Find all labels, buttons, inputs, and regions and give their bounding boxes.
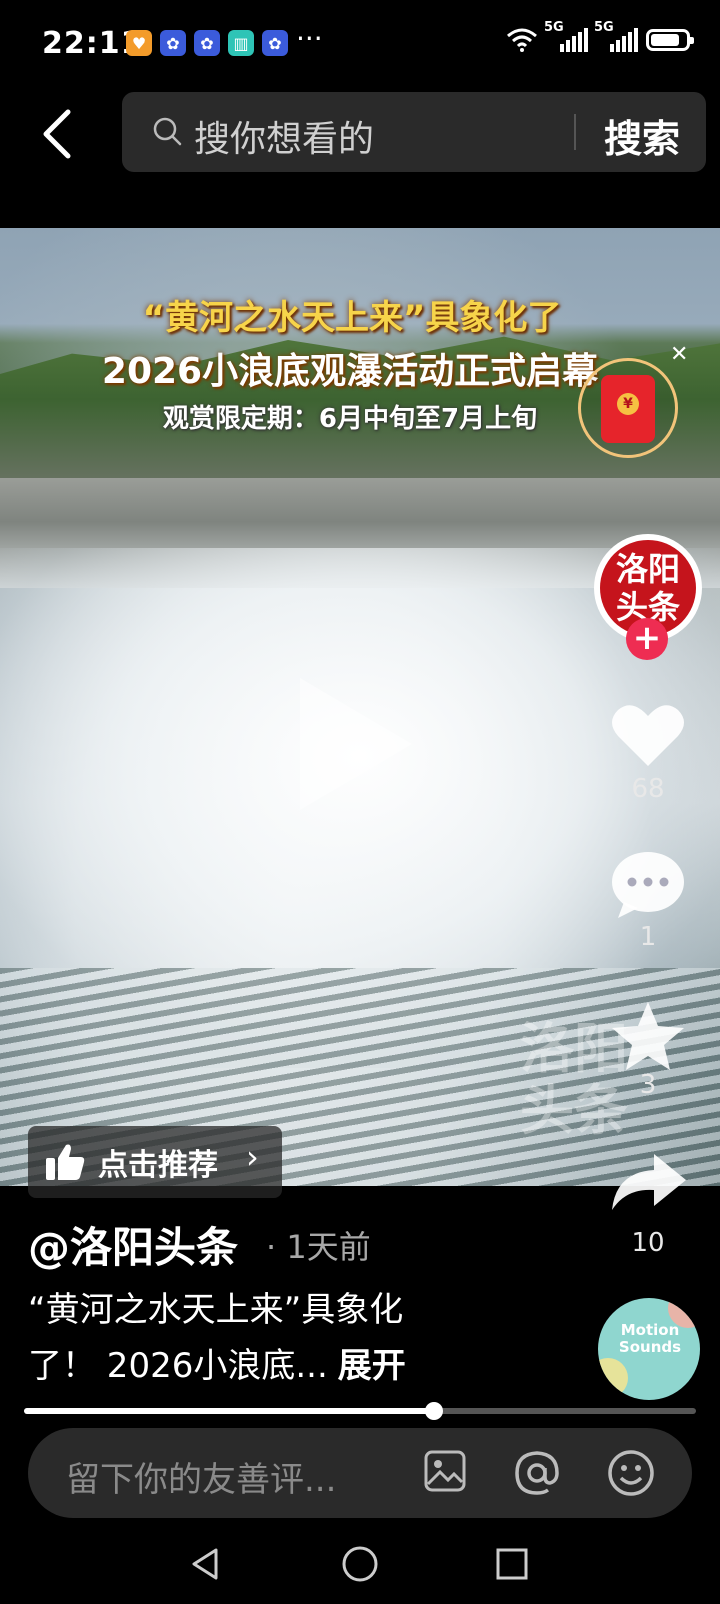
music-disc[interactable]: Motion Sounds <box>598 1298 700 1400</box>
cell-signal-icon: 5G <box>544 20 588 52</box>
nav-recents-icon[interactable] <box>494 1546 530 1582</box>
image-icon[interactable] <box>422 1448 468 1494</box>
follow-button[interactable]: + <box>626 618 668 660</box>
music-art-blob <box>598 1358 628 1398</box>
baidu-app-icon: ✿ <box>262 30 288 56</box>
post-description-line2: 了！ 2026小浪底... 展开 <box>28 1338 406 1387</box>
like-count: 68 <box>631 774 665 804</box>
heart-app-icon: ♥ <box>126 30 152 56</box>
post-time: · 1天前 <box>266 1228 371 1266</box>
recommend-label: 点击推荐 <box>98 1148 218 1183</box>
like-heart-icon[interactable] <box>606 700 690 770</box>
comment-count: 1 <box>639 922 657 952</box>
video-progress-bar[interactable] <box>24 1402 696 1420</box>
more-notifications-icon: ··· <box>296 22 323 55</box>
comment-icon[interactable] <box>606 850 690 920</box>
network-type-label: 5G <box>594 20 614 35</box>
post-description-text: 了！ 2026小浪底... <box>28 1346 328 1386</box>
thumbs-up-icon <box>46 1144 85 1180</box>
red-envelope-icon: ¥ <box>601 375 655 443</box>
star-icon[interactable] <box>606 1000 690 1072</box>
at-mention-icon[interactable] <box>512 1448 562 1498</box>
cell-signal-icon: 5G <box>594 20 638 52</box>
wifi-icon <box>507 28 537 52</box>
search-bar[interactable]: 搜你想看的 搜索 <box>122 92 706 172</box>
favorite-count: 3 <box>639 1070 657 1100</box>
search-input[interactable]: 搜你想看的 <box>194 110 374 162</box>
baidu-app-icon: ✿ <box>160 30 186 56</box>
notification-icons: ♥ ✿ ✿ ▥ ✿ <box>126 30 288 56</box>
comment-input[interactable]: 留下你的友善评... <box>66 1452 336 1501</box>
avatar-text-top: 洛阳 <box>615 550 680 588</box>
comment-input-bar[interactable]: 留下你的友善评... <box>28 1428 692 1518</box>
search-button[interactable]: 搜索 <box>604 108 680 163</box>
baidu-app-icon: ✿ <box>194 30 220 56</box>
progress-fill <box>24 1408 434 1414</box>
red-packet-button[interactable]: ¥ <box>578 358 678 458</box>
status-bar: 22:11 ♥ ✿ ✿ ▥ ✿ ··· 5G 5G <box>0 0 720 88</box>
share-icon[interactable] <box>606 1150 690 1214</box>
nav-back-icon[interactable] <box>188 1546 222 1582</box>
coin-icon: ¥ <box>617 393 639 415</box>
back-arrow-icon[interactable] <box>36 104 86 164</box>
chevron-right-icon: › <box>246 1138 259 1176</box>
system-nav-bar <box>0 1528 720 1604</box>
emoji-icon[interactable] <box>606 1448 656 1498</box>
music-title: Motion Sounds <box>618 1321 682 1356</box>
search-divider <box>574 114 576 150</box>
play-icon[interactable] <box>300 678 412 810</box>
battery-icon <box>646 29 694 51</box>
author-name[interactable]: @洛阳头条 <box>28 1214 238 1275</box>
network-type-label: 5G <box>544 20 564 35</box>
recommend-button[interactable]: 点击推荐 › <box>28 1126 282 1198</box>
video-caption-title: “黄河之水天上来”具象化了 <box>142 298 562 338</box>
status-right: 5G 5G <box>506 20 694 52</box>
search-icon <box>153 117 182 146</box>
progress-handle[interactable] <box>424 1402 443 1420</box>
close-icon[interactable]: ✕ <box>670 342 688 367</box>
post-description-line1: “黄河之水天上来”具象化 <box>28 1290 404 1330</box>
nav-home-icon[interactable] <box>340 1544 380 1584</box>
share-count: 10 <box>631 1228 665 1258</box>
expand-button[interactable]: 展开 <box>338 1346 406 1386</box>
book-app-icon: ▥ <box>228 30 254 56</box>
